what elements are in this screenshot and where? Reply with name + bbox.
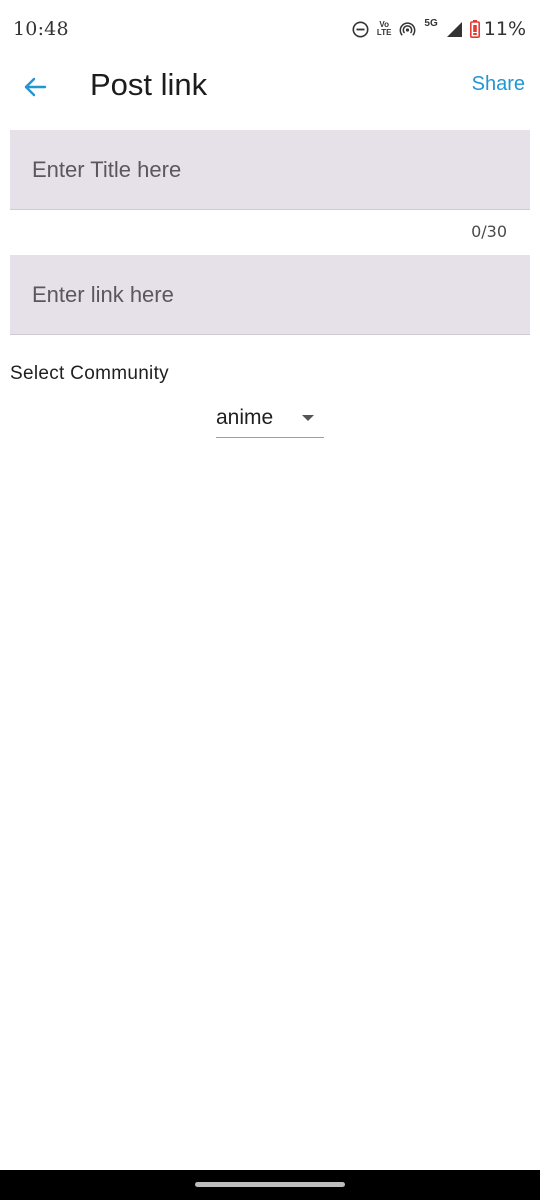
share-button[interactable]: Share bbox=[472, 73, 525, 96]
volte-icon: Vo LTE bbox=[377, 21, 392, 37]
link-field[interactable] bbox=[10, 255, 530, 335]
system-nav-bar bbox=[0, 1170, 540, 1200]
dnd-icon bbox=[352, 21, 369, 38]
link-input[interactable] bbox=[10, 255, 530, 334]
signal-icon bbox=[446, 21, 462, 37]
hotspot-icon bbox=[399, 21, 416, 38]
community-label: Select Community bbox=[10, 363, 169, 384]
title-char-counter: 0/30 bbox=[471, 222, 507, 241]
title-input[interactable] bbox=[10, 130, 530, 209]
volte-bottom-text: LTE bbox=[376, 28, 392, 37]
title-field[interactable] bbox=[10, 130, 530, 210]
community-dropdown[interactable]: anime bbox=[216, 400, 324, 438]
status-bar: 10:48 Vo LTE 5G 11% bbox=[0, 0, 540, 58]
home-indicator[interactable] bbox=[195, 1182, 345, 1187]
battery-percent: 11% bbox=[483, 18, 526, 40]
5g-icon: 5G bbox=[424, 18, 438, 29]
arrow-back-icon bbox=[24, 77, 47, 97]
app-bar: Post link Share bbox=[0, 58, 540, 114]
status-icons: Vo LTE 5G 11% bbox=[352, 16, 526, 42]
back-button[interactable] bbox=[20, 72, 50, 102]
battery-icon bbox=[469, 20, 480, 38]
page-title: Post link bbox=[90, 67, 208, 102]
screen: 10:48 Vo LTE 5G 11% Post link Share Ente… bbox=[0, 0, 540, 1200]
community-selected-value: anime bbox=[216, 406, 274, 429]
status-time: 10:48 bbox=[13, 18, 69, 40]
dropdown-arrow-icon bbox=[302, 415, 314, 421]
